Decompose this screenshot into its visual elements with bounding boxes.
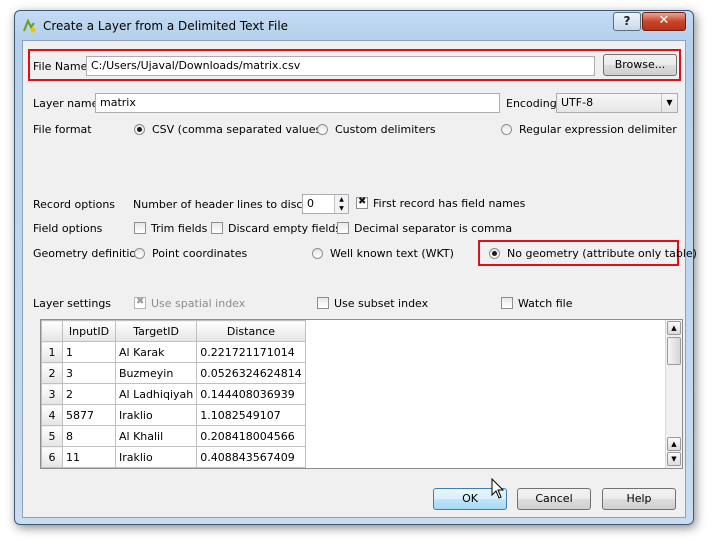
discard-empty-checkbox[interactable]: [211, 222, 223, 234]
table-cell[interactable]: 5877: [62, 404, 116, 426]
scroll-thumb[interactable]: [667, 337, 681, 365]
watch-file-label: Watch file: [518, 297, 573, 310]
layer-name-input[interactable]: matrix: [95, 93, 500, 113]
encoding-label: Encoding: [506, 97, 557, 110]
qgis-app-icon: [22, 18, 36, 33]
table-cell[interactable]: 0.144408036939: [196, 383, 306, 405]
browse-button[interactable]: Browse...: [603, 54, 677, 76]
table-corner: [41, 320, 63, 342]
file-format-label: File format: [33, 123, 92, 136]
spin-up-icon[interactable]: ▲: [334, 195, 348, 204]
cancel-button[interactable]: Cancel: [517, 488, 591, 510]
table-cell[interactable]: 1.1082549107: [196, 404, 306, 426]
help-button[interactable]: Help: [602, 488, 676, 510]
radio-custom-delimiters-label: Custom delimiters: [335, 123, 436, 136]
table-cell[interactable]: Buzmeyin: [114, 362, 198, 384]
table-row[interactable]: 2 3 Buzmeyin 0.0526324624814: [41, 362, 306, 384]
table-cell[interactable]: 3: [62, 362, 116, 384]
table-row[interactable]: 6 11 Iraklio 0.408843567409: [41, 446, 306, 468]
watch-file-checkbox[interactable]: [501, 297, 513, 309]
first-record-label: First record has field names: [373, 197, 526, 210]
title-help-button[interactable]: ?: [613, 12, 641, 31]
row-header[interactable]: 3: [41, 383, 63, 405]
table-row[interactable]: 4 5877 Iraklio 1.1082549107: [41, 404, 306, 426]
table-cell[interactable]: 0.221721171014: [196, 341, 306, 363]
layer-name-label: Layer name: [33, 97, 99, 110]
table-cell[interactable]: 0.0526324624814: [196, 362, 306, 384]
scroll-down-icon[interactable]: ▼: [667, 452, 681, 466]
first-record-checkbox[interactable]: [356, 196, 368, 209]
row-header[interactable]: 6: [41, 446, 63, 468]
spatial-index-label: Use spatial index: [151, 297, 246, 310]
record-options-label: Record options: [33, 198, 116, 211]
radio-point-coordinates[interactable]: [134, 248, 145, 259]
subset-index-label: Use subset index: [334, 297, 429, 310]
column-header[interactable]: TargetID: [114, 320, 198, 342]
scroll-up-icon[interactable]: ▲: [667, 437, 681, 451]
trim-fields-label: Trim fields: [151, 222, 208, 235]
encoding-value: UTF-8: [561, 96, 594, 109]
radio-csv[interactable]: [134, 124, 145, 135]
spatial-index-checkbox[interactable]: [134, 296, 146, 309]
spin-down-icon[interactable]: ▼: [334, 204, 348, 213]
table-cell[interactable]: Iraklio: [114, 446, 198, 468]
table-row[interactable]: 1 1 Al Karak 0.221721171014: [41, 341, 306, 363]
row-header[interactable]: 4: [41, 404, 63, 426]
table-cell[interactable]: Iraklio: [114, 404, 198, 426]
geometry-definition-label: Geometry definition: [33, 247, 144, 260]
radio-regex-delimiter-label: Regular expression delimiter: [519, 123, 677, 136]
layer-settings-label: Layer settings: [33, 297, 112, 310]
radio-point-coordinates-label: Point coordinates: [152, 247, 248, 260]
table-cell[interactable]: Al Khalil: [114, 425, 198, 447]
table-cell[interactable]: 0.408843567409: [196, 446, 306, 468]
column-header[interactable]: InputID: [62, 320, 116, 342]
table-cell[interactable]: Al Ladhiqiyah: [114, 383, 198, 405]
table-row[interactable]: 3 2 Al Ladhiqiyah 0.144408036939: [41, 383, 306, 405]
row-header[interactable]: 1: [41, 341, 63, 363]
file-name-label: File Name: [33, 60, 88, 73]
table-cell[interactable]: 0.208418004566: [196, 425, 306, 447]
discard-empty-label: Discard empty fields: [228, 222, 342, 235]
header-lines-label: Number of header lines to discard: [133, 198, 321, 211]
dialog-window: Create a Layer from a Delimited Text Fil…: [14, 10, 697, 525]
title-close-button[interactable]: ✕: [642, 12, 686, 31]
decimal-comma-checkbox[interactable]: [337, 222, 349, 234]
trim-fields-checkbox[interactable]: [134, 222, 146, 234]
table-cell[interactable]: 1: [62, 341, 116, 363]
dialog-body: File Name C:/Users/Ujaval/Downloads/matr…: [22, 40, 697, 518]
decimal-comma-label: Decimal separator is comma: [354, 222, 513, 235]
column-header[interactable]: Distance: [196, 320, 306, 342]
table-cell[interactable]: 2: [62, 383, 116, 405]
radio-custom-delimiters[interactable]: [317, 124, 328, 135]
table-cell[interactable]: 11: [62, 446, 116, 468]
table-row[interactable]: 5 8 Al Khalil 0.208418004566: [41, 425, 306, 447]
radio-wkt[interactable]: [312, 248, 323, 259]
window-title: Create a Layer from a Delimited Text Fil…: [43, 19, 289, 33]
header-lines-value: 0: [307, 197, 314, 210]
radio-regex-delimiter[interactable]: [501, 124, 512, 135]
radio-no-geometry-label: No geometry (attribute only table): [507, 247, 697, 260]
subset-index-checkbox[interactable]: [317, 297, 329, 309]
scroll-up-icon[interactable]: ▲: [667, 321, 681, 335]
mouse-pointer-icon: [491, 478, 505, 499]
preview-table[interactable]: InputID TargetID Distance 1 1 Al Karak 0.22…: [40, 319, 683, 469]
radio-csv-label: CSV (comma separated values): [152, 123, 326, 136]
table-cell[interactable]: 8: [62, 425, 116, 447]
chevron-down-icon: ▼: [661, 94, 677, 112]
radio-wkt-label: Well known text (WKT): [330, 247, 454, 260]
vertical-scrollbar[interactable]: ▲ ▲ ▼: [665, 320, 682, 468]
title-bar[interactable]: Create a Layer from a Delimited Text Fil…: [15, 11, 693, 41]
file-name-input[interactable]: C:/Users/Ujaval/Downloads/matrix.csv: [86, 56, 595, 76]
table-header-row: InputID TargetID Distance: [41, 320, 306, 342]
field-options-label: Field options: [33, 222, 103, 235]
row-header[interactable]: 2: [41, 362, 63, 384]
row-header[interactable]: 5: [41, 425, 63, 447]
header-lines-spinbox[interactable]: 0 ▲ ▼: [302, 194, 349, 214]
radio-no-geometry[interactable]: [489, 248, 500, 259]
table-cell[interactable]: Al Karak: [114, 341, 198, 363]
encoding-select[interactable]: UTF-8 ▼: [556, 93, 678, 113]
